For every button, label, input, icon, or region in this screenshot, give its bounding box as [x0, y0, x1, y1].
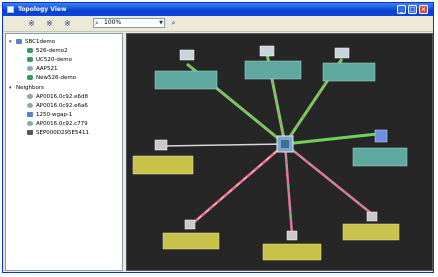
tree-item-label: AAP521: [36, 66, 58, 72]
router-icon: [27, 57, 33, 62]
tree-item[interactable]: 1250-wgap-1: [27, 111, 72, 119]
tree-item[interactable]: AP0016.0c92.e6d8: [27, 93, 88, 101]
access-point-icon: [27, 103, 33, 108]
link[interactable]: [161, 143, 286, 147]
access-point-node[interactable]: [342, 211, 400, 241]
access-point-icon: [27, 121, 33, 126]
collapse-icon[interactable]: ▾: [9, 38, 16, 46]
switch-icon: [27, 112, 33, 117]
device-tree: ▾ SBC1demo 526-demo2 UC520-demo AAP521 Ne…: [5, 33, 123, 271]
layout-tool-3-icon[interactable]: ※: [61, 18, 74, 29]
tree-item-label: 1250-wgap-1: [36, 112, 73, 118]
title-bar[interactable]: Topology View _ □ ×: [3, 3, 433, 16]
tree-item[interactable]: AP0016.0c92.e6a6: [27, 102, 88, 110]
central-router-node[interactable]: [276, 135, 294, 153]
tree-item-label: AP0016.0c92.e6a6: [36, 103, 88, 109]
tree-item[interactable]: 526-demo2: [27, 47, 68, 55]
chevron-down-icon[interactable]: ▼: [159, 19, 163, 27]
tree-root[interactable]: ▾ SBC1demo: [9, 38, 55, 46]
device-node-cyan[interactable]: [154, 49, 218, 90]
zoom-select[interactable]: ⌕ 100% ▼: [93, 18, 165, 28]
collapse-icon[interactable]: ▾: [9, 84, 16, 92]
zoom-magnifier-icon: ⌕: [95, 19, 99, 27]
router-icon: [27, 75, 33, 80]
router-icon: [27, 48, 33, 53]
tree-item[interactable]: UC520-demo: [27, 56, 72, 64]
topology-canvas[interactable]: [126, 33, 433, 271]
maximize-button[interactable]: □: [408, 5, 417, 14]
minimize-button[interactable]: _: [397, 5, 406, 14]
window-title: Topology View: [18, 6, 67, 13]
access-point-icon: [27, 66, 33, 71]
zoom-value: 100%: [104, 19, 122, 26]
zoom-search-icon[interactable]: ⌕: [167, 18, 180, 29]
device-node-cyan[interactable]: [322, 47, 376, 82]
device-node-cyan[interactable]: [244, 45, 302, 80]
tree-item[interactable]: AAP521: [27, 65, 58, 73]
ip-phone-icon: [27, 130, 33, 135]
access-point-icon: [27, 94, 33, 99]
tree-root-label: SBC1demo: [25, 39, 56, 45]
tree-item-label: UC520-demo: [36, 57, 72, 63]
close-button[interactable]: ×: [419, 5, 428, 14]
link[interactable]: [284, 132, 378, 146]
layout-tool-2-icon[interactable]: ※: [43, 18, 56, 29]
tree-neighbors[interactable]: ▾ Neighbors: [9, 84, 44, 92]
access-point-node[interactable]: [262, 230, 322, 261]
tree-item[interactable]: AP0016.0c92.c779: [27, 120, 88, 128]
tree-item[interactable]: New526-demo: [27, 74, 76, 82]
topology-graph: [132, 45, 408, 261]
tree-item-label: AP0016.0c92.e6d8: [36, 94, 88, 100]
tree-item-label: SEP000D295E5411: [36, 130, 89, 136]
toolbar: ※ ※ ※ ⌕ 100% ▼ ⌕: [3, 16, 433, 32]
access-point-node[interactable]: [162, 219, 220, 250]
topology-window: Topology View _ □ × ※ ※ ※ ⌕ 100% ▼ ⌕ ▾ SB…: [2, 2, 434, 273]
tree-neighbors-label: Neighbors: [16, 85, 44, 91]
tree-item[interactable]: SEP000D295E5411: [27, 129, 89, 137]
tree-item-label: 526-demo2: [36, 48, 68, 54]
layout-tool-1-icon[interactable]: ※: [25, 18, 38, 29]
tree-item-label: New526-demo: [36, 75, 77, 81]
tree-item-label: AP0016.0c92.c779: [36, 121, 88, 127]
app-icon: [7, 6, 14, 13]
host-icon: [16, 39, 22, 44]
